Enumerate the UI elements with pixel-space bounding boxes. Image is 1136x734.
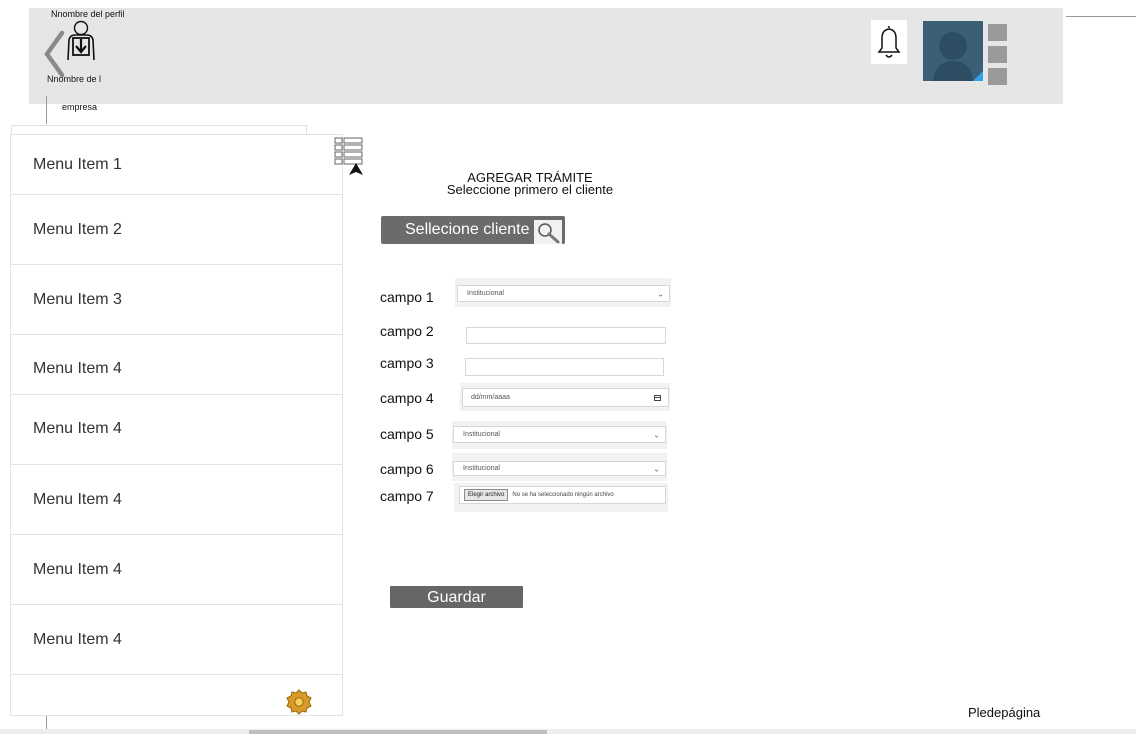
campo-1-select[interactable]: Institucional ⌄	[457, 285, 670, 302]
footer-text: Pledepágina	[968, 705, 1041, 720]
app-screen: Nnombre del perfil Nnombre de l empresa	[0, 0, 1136, 734]
field-label-campo-1: campo 1	[380, 289, 434, 305]
sidebar-item-menu-item-4[interactable]: Menu Item 4	[11, 335, 342, 395]
chevron-down-icon: ⌄	[653, 430, 660, 439]
calendar-icon[interactable]	[654, 394, 661, 401]
save-button[interactable]: Guardar	[390, 586, 523, 608]
sidebar-item-label: Menu Item 4	[33, 419, 122, 437]
field-label-campo-4: campo 4	[380, 390, 434, 406]
user-download-icon[interactable]	[61, 20, 101, 65]
sidebar-item-label: Menu Item 4	[33, 630, 122, 648]
sidebar-item-menu-item-4[interactable]: Menu Item 4	[11, 395, 342, 465]
chevron-down-icon: ⌄	[657, 289, 664, 298]
sidebar-menu: Menu Item 1 Menu Item 2 Menu Item 3 Menu…	[10, 134, 343, 716]
horizontal-scrollbar-thumb[interactable]	[249, 730, 547, 734]
campo-6-select[interactable]: Institucional ⌄	[453, 461, 666, 476]
campo-7-file-input[interactable]: Elegir archivo No se ha seleccionado nin…	[459, 486, 666, 504]
sidebar-item-label: Menu Item 4	[33, 560, 122, 578]
campo-4-date-input[interactable]: dd/mm/aaaa	[462, 388, 669, 407]
sidebar-item-menu-item-3[interactable]: Menu Item 3	[11, 265, 342, 335]
sidebar-item-label: Menu Item 4	[33, 490, 122, 508]
date-placeholder: dd/mm/aaaa	[471, 394, 510, 401]
field-label-campo-5: campo 5	[380, 426, 434, 442]
campo-2-input[interactable]	[466, 327, 666, 344]
sidebar-item-label: Menu Item 3	[33, 290, 122, 308]
page-subtitle: Seleccione primero el cliente	[446, 182, 614, 197]
left-guide-line	[46, 96, 47, 124]
magnifier-icon[interactable]	[534, 220, 562, 244]
notifications-button[interactable]	[871, 20, 907, 64]
sidebar-item-menu-item-1[interactable]: Menu Item 1	[11, 135, 342, 195]
profile-name: Nnombre del perfil	[51, 9, 125, 19]
select-value: Institucional	[463, 431, 500, 438]
avatar-status-indicator	[973, 71, 983, 81]
horizontal-scrollbar-track[interactable]	[0, 729, 1136, 734]
header-divider	[1066, 16, 1136, 17]
campo-5-select[interactable]: Institucional ⌄	[453, 426, 666, 443]
chevron-down-icon: ⌄	[653, 464, 660, 473]
gear-icon[interactable]	[285, 688, 313, 716]
sidebar-item-label: Menu Item 2	[33, 220, 122, 238]
field-label-campo-2: campo 2	[380, 323, 434, 339]
company-name: Nnombre de l empresa	[47, 74, 102, 112]
sidebar-item-menu-item-2[interactable]: Menu Item 2	[11, 195, 342, 265]
bell-icon	[877, 26, 901, 58]
sidebar-item-label: Menu Item 1	[33, 155, 122, 173]
select-value: Institucional	[467, 290, 504, 297]
top-header	[29, 8, 1063, 104]
form-heading: AGREGAR TRÁMITE Seleccione primero el cl…	[420, 171, 640, 197]
choose-file-button[interactable]: Elegir archivo	[464, 489, 509, 501]
sidebar-item-label: Menu Item 4	[33, 360, 122, 377]
field-label-campo-6: campo 6	[380, 461, 434, 477]
field-label-campo-7: campo 7	[380, 488, 434, 504]
sidebar-item-menu-item-4[interactable]: Menu Item 4	[11, 605, 342, 675]
list-toggle-icon[interactable]	[334, 137, 364, 177]
user-avatar[interactable]	[923, 21, 983, 81]
select-value: Institucional	[463, 465, 500, 472]
campo-3-input[interactable]	[465, 358, 664, 376]
sidebar-item-menu-item-4[interactable]: Menu Item 4	[11, 535, 342, 605]
field-label-campo-3: campo 3	[380, 355, 434, 371]
sidebar-item-menu-item-4[interactable]: Menu Item 4	[11, 465, 342, 535]
file-status-text: No se ha seleccionado ningún archivo	[512, 492, 614, 498]
vertical-squares-menu-icon[interactable]	[988, 24, 1008, 86]
